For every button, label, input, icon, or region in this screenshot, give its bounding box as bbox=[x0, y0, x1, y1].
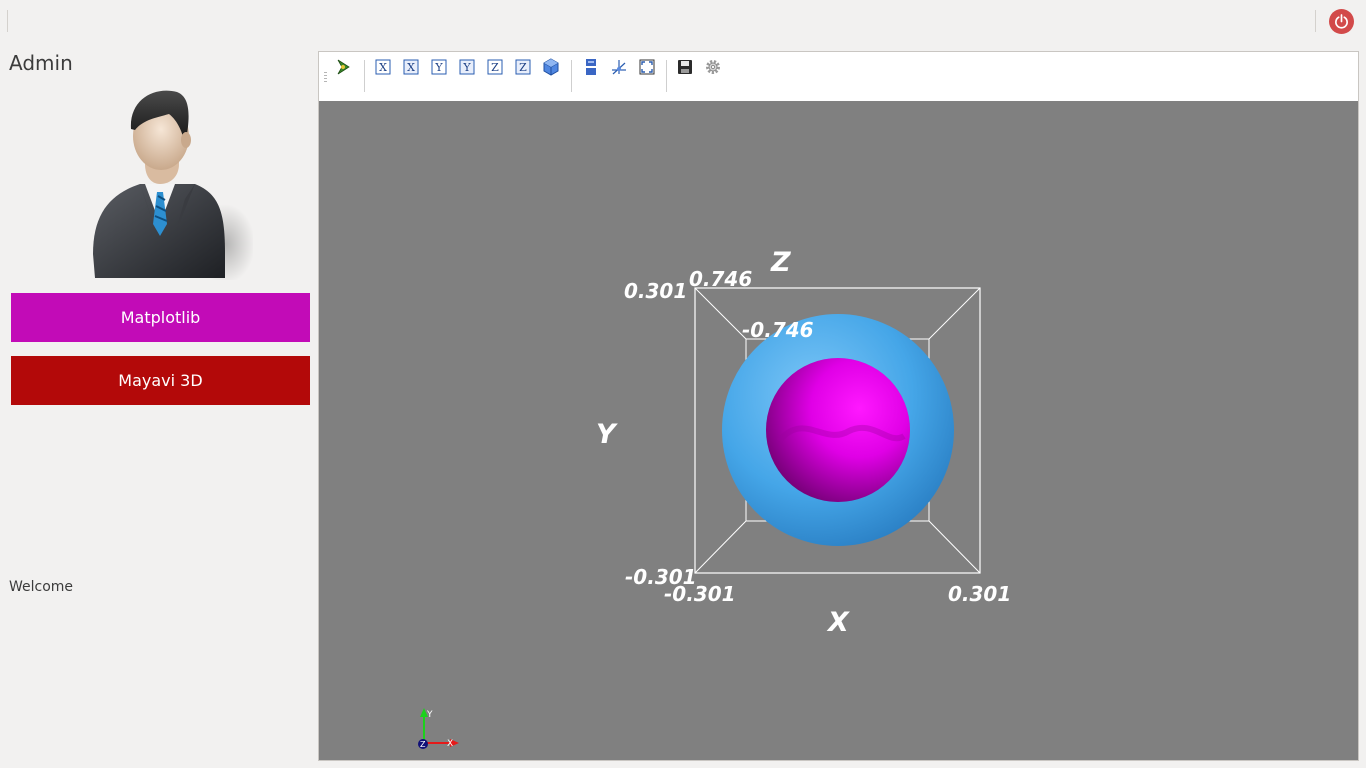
mayavi-scene-panel: X X Y Y Z Z Z Y X 0.301 -0.301 0.746 -0.… bbox=[318, 51, 1359, 761]
svg-text:X: X bbox=[407, 61, 415, 74]
y-max-tick: 0.301 bbox=[624, 279, 687, 303]
view-y-minus-icon[interactable]: Y bbox=[457, 57, 477, 77]
z-min-tick: -0.746 bbox=[742, 318, 814, 342]
parallel-projection-icon[interactable] bbox=[581, 57, 601, 77]
view-z-minus-icon[interactable]: Z bbox=[513, 57, 533, 77]
toolbar-separator bbox=[364, 60, 365, 92]
x-axis-label: X bbox=[826, 607, 850, 638]
x-min-tick: -0.301 bbox=[664, 582, 736, 606]
mayavi-pipeline-icon[interactable] bbox=[334, 57, 354, 77]
svg-text:Z: Z bbox=[491, 61, 499, 74]
toolbar-grip[interactable] bbox=[324, 72, 327, 82]
view-x-minus-icon[interactable]: X bbox=[401, 57, 421, 77]
fullscreen-icon[interactable] bbox=[637, 57, 657, 77]
avatar bbox=[85, 84, 255, 284]
z-axis-label: Z bbox=[770, 247, 791, 278]
top-right-divider bbox=[1315, 10, 1316, 32]
3d-render-view[interactable]: Z Y X 0.301 -0.301 0.746 -0.746 -0.301 0… bbox=[319, 101, 1358, 760]
toolbar-separator bbox=[666, 60, 667, 92]
isometric-view-icon[interactable] bbox=[541, 57, 561, 77]
matplotlib-button[interactable]: Matplotlib bbox=[11, 293, 310, 342]
mayavi-toolbar: X X Y Y Z Z bbox=[319, 52, 1358, 101]
mayavi-3d-button[interactable]: Mayavi 3D bbox=[11, 356, 310, 405]
save-icon[interactable] bbox=[675, 57, 695, 77]
svg-text:Z: Z bbox=[519, 61, 527, 74]
sidebar: Admin Matplotlib Mayavi 3D Welcome bbox=[0, 40, 318, 768]
user-name: Admin bbox=[9, 51, 73, 75]
welcome-label: Welcome bbox=[9, 579, 74, 595]
view-x-plus-icon[interactable]: X bbox=[373, 57, 393, 77]
axes-toggle-icon[interactable] bbox=[609, 57, 629, 77]
configure-icon[interactable] bbox=[703, 57, 723, 77]
svg-text:Y: Y bbox=[434, 61, 443, 74]
orientation-z-label: Z bbox=[420, 740, 426, 749]
x-max-tick: 0.301 bbox=[948, 582, 1011, 606]
power-icon[interactable] bbox=[1329, 9, 1354, 34]
orientation-x-label: X bbox=[447, 739, 453, 749]
view-y-plus-icon[interactable]: Y bbox=[429, 57, 449, 77]
z-max-tick: 0.746 bbox=[689, 267, 752, 291]
view-z-plus-icon[interactable]: Z bbox=[485, 57, 505, 77]
orientation-y-label: Y bbox=[426, 710, 433, 720]
svg-text:X: X bbox=[379, 61, 387, 74]
toolbar-separator bbox=[571, 60, 572, 92]
top-left-divider bbox=[7, 10, 8, 32]
y-axis-label: Y bbox=[596, 419, 618, 450]
orientation-axes-widget: Y X Z bbox=[418, 708, 459, 749]
svg-text:Y: Y bbox=[462, 61, 471, 74]
top-panel bbox=[0, 0, 1366, 40]
